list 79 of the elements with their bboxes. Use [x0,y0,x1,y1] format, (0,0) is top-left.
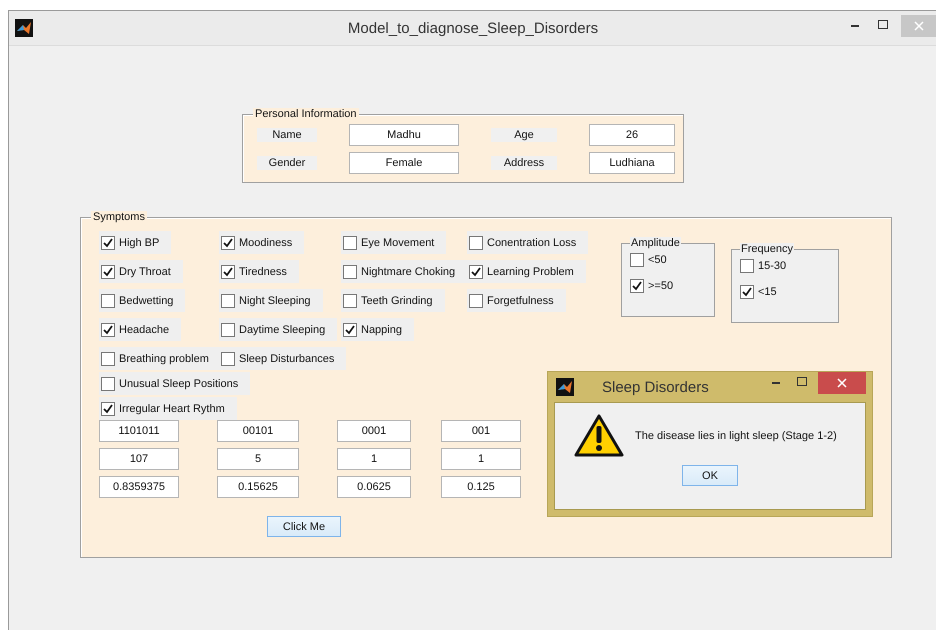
checkbox[interactable] [469,264,483,278]
window-title: Model_to_diagnose_Sleep_Disorders [348,20,598,36]
symptom-checkbox[interactable]: High BP [99,231,172,254]
panel-title: Personal Information [253,108,358,120]
checkbox[interactable] [343,322,357,336]
symptom-checkbox[interactable]: Unusual Sleep Positions [99,372,250,395]
symptom-checkbox[interactable]: Conentration Loss [467,231,588,254]
symptom-checkbox[interactable]: Teeth Grinding [341,289,445,312]
symptom-checkbox[interactable]: Tiredness [219,260,299,283]
checkbox[interactable] [101,322,115,336]
output-field[interactable]: 0.15625 [217,476,299,498]
warning-icon [573,413,625,459]
group-title: Frequency [740,243,794,255]
field-label: Name [257,128,317,142]
group-title: Amplitude [630,237,681,249]
dialog-title: Sleep Disorders [602,378,709,396]
symptom-checkbox[interactable]: Moodiness [219,231,304,254]
checkbox[interactable] [740,259,754,273]
checkbox[interactable] [221,264,235,278]
panel-title: Symptoms [91,211,147,223]
checkbox[interactable] [343,294,357,308]
text-field[interactable]: 26 [589,124,675,146]
output-field[interactable]: 0.125 [441,476,521,498]
symptom-checkbox[interactable]: Night Sleeping [219,289,323,312]
text-field[interactable]: Ludhiana [589,152,675,174]
option-checkbox[interactable]: 15-30 [740,259,830,273]
dialog-message: The disease lies in light sleep (Stage 1-2) [635,430,837,442]
output-field[interactable]: 5 [217,448,299,470]
output-field[interactable]: 107 [99,448,179,470]
checkbox[interactable] [343,236,357,250]
symptom-checkbox[interactable]: Irregular Heart Rythm [99,397,237,420]
checkbox[interactable] [221,236,235,250]
checkbox[interactable] [221,352,235,366]
checkbox[interactable] [469,236,483,250]
click-me-button[interactable]: Click Me [267,516,341,537]
checkbox[interactable] [221,294,235,308]
field-label: Address [491,156,557,170]
checkbox[interactable] [740,285,754,299]
symptom-checkbox[interactable]: Napping [341,318,414,341]
checkbox[interactable] [101,376,115,390]
symptom-checkbox[interactable]: Headache [99,318,182,341]
text-field[interactable]: Female [349,152,459,174]
output-field[interactable]: 1101011 [99,420,179,442]
field-label: Age [491,128,557,142]
checkbox[interactable] [630,253,644,267]
checkbox[interactable] [101,264,115,278]
checkbox[interactable] [101,236,115,250]
output-field[interactable]: 0.0625 [337,476,411,498]
field-label: Gender [257,156,317,170]
app-logo-icon [15,19,33,37]
option-checkbox[interactable]: <15 [740,285,830,299]
output-field[interactable]: 0.8359375 [99,476,179,498]
symptom-checkbox[interactable]: Forgetfulness [467,289,566,312]
ok-button[interactable]: OK [682,465,738,486]
app-logo-icon [556,378,574,396]
close-icon[interactable] [818,372,866,394]
symptom-checkbox[interactable]: Dry Throat [99,260,183,283]
symptom-checkbox[interactable]: Eye Movement [341,231,446,254]
output-field[interactable]: 0001 [337,420,411,442]
checkbox[interactable] [101,402,115,416]
symptom-checkbox[interactable]: Bedwetting [99,289,186,312]
option-checkbox[interactable]: >=50 [630,279,706,293]
checkbox[interactable] [101,294,115,308]
symptom-checkbox[interactable]: Sleep Disturbances [219,347,346,370]
symptom-checkbox[interactable]: Learning Problem [467,260,586,283]
checkbox[interactable] [630,279,644,293]
output-field[interactable]: 1 [441,448,521,470]
text-field[interactable]: Madhu [349,124,459,146]
checkbox[interactable] [101,352,115,366]
symptom-checkbox[interactable]: Nightmare Choking [341,260,468,283]
output-field[interactable]: 001 [441,420,521,442]
option-checkbox[interactable]: <50 [630,253,706,267]
symptom-checkbox[interactable]: Breathing problem [99,347,221,370]
checkbox[interactable] [221,322,235,336]
output-field[interactable]: 00101 [217,420,299,442]
checkbox[interactable] [343,264,357,278]
output-field[interactable]: 1 [337,448,411,470]
checkbox[interactable] [469,294,483,308]
symptom-checkbox[interactable]: Daytime Sleeping [219,318,338,341]
